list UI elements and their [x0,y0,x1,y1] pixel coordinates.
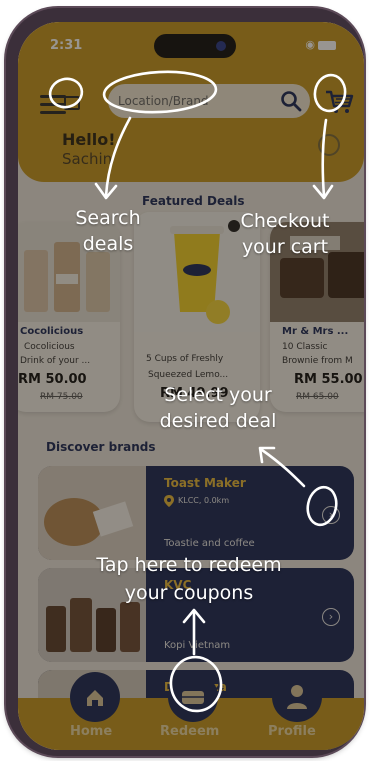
phone-frame: 2:31 ◉ Hello! [6,8,364,756]
annotation-search-line: deals [82,233,134,255]
annotation-checkout-line: Checkout [240,210,330,232]
annotation-search-line: Search [75,207,141,229]
annotation-redeem-line: Tap here to redeem [96,554,282,576]
annotation-select-line: Select your [164,384,272,406]
annotation-redeem-line: your coupons [124,582,254,604]
annotation-select-line: desired deal [159,410,277,432]
annotation-checkout-line: your cart [241,236,329,258]
